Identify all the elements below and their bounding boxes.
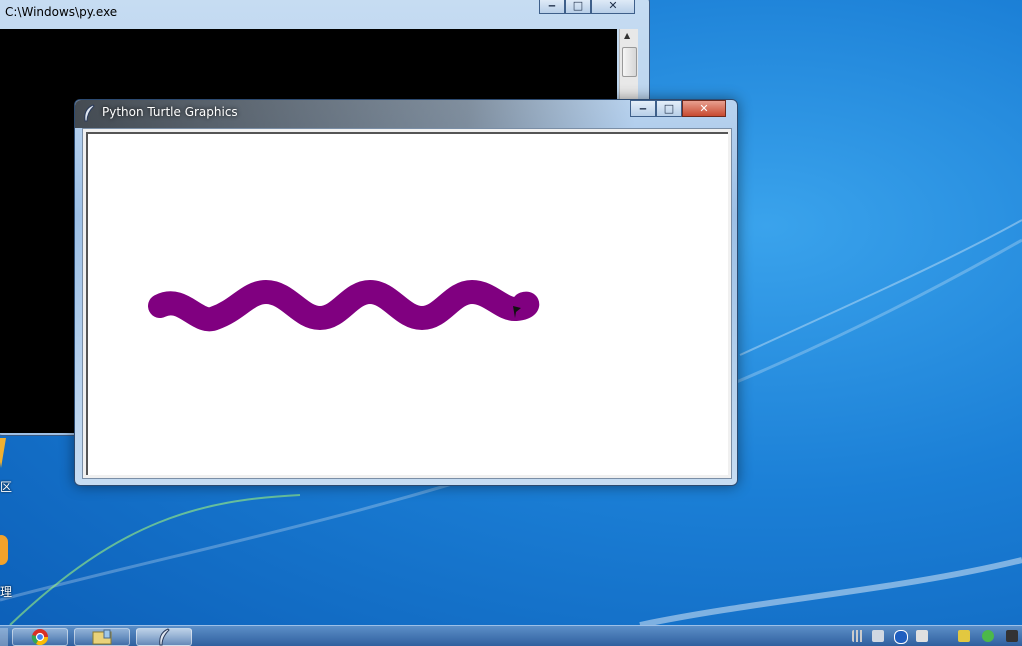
maximize-button[interactable]: □ — [565, 0, 591, 14]
minimize-button[interactable]: ‒ — [539, 0, 565, 14]
network-icon[interactable] — [852, 630, 864, 642]
taskbar — [0, 625, 1022, 646]
start-button-partial[interactable] — [0, 628, 8, 646]
console-window-title: C:\Windows\py.exe — [5, 5, 118, 19]
feather-icon — [159, 628, 170, 646]
taskbar-button-explorer[interactable] — [74, 628, 130, 646]
taskbar-button-python-turtle[interactable] — [136, 628, 192, 646]
desktop-edge-glyph: 区 — [0, 480, 13, 494]
scroll-thumb[interactable] — [622, 47, 637, 77]
display-icon[interactable] — [872, 630, 884, 642]
turtle-graphics-window[interactable]: Python Turtle Graphics ‒ □ ✕ — [74, 99, 738, 486]
volume-icon[interactable] — [982, 630, 994, 642]
turtle-drawing — [148, 280, 540, 332]
canvas-frame — [82, 128, 732, 479]
turtle-window-title: Python Turtle Graphics — [102, 105, 238, 119]
scroll-up-arrow-icon[interactable]: ▲ — [624, 31, 630, 40]
desktop-icon-partial[interactable] — [0, 535, 8, 565]
minimize-button[interactable]: ‒ — [630, 100, 656, 117]
close-button[interactable]: ✕ — [682, 100, 726, 117]
turtle-canvas[interactable] — [86, 132, 728, 475]
chrome-icon — [31, 629, 49, 646]
feather-icon — [84, 104, 95, 122]
close-button[interactable]: ✕ — [591, 0, 635, 14]
desktop-edge-glyph: 理 — [0, 585, 13, 599]
taskbar-button-chrome[interactable] — [12, 628, 68, 646]
file-explorer-icon — [92, 629, 112, 645]
maximize-button[interactable]: □ — [656, 100, 682, 117]
battery-icon[interactable] — [958, 630, 970, 642]
help-icon[interactable] — [894, 630, 908, 644]
flag-icon[interactable] — [916, 630, 928, 642]
purple-wave-path — [148, 280, 540, 332]
show-desktop-icon[interactable] — [1006, 630, 1018, 642]
